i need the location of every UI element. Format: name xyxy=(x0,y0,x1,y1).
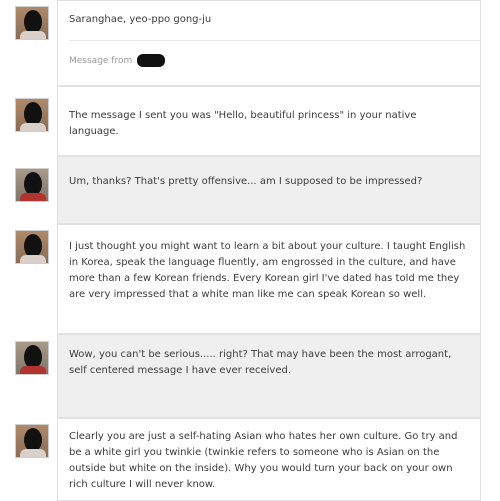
message-text: I just thought you might want to learn a… xyxy=(69,241,466,300)
message-text: Wow, you can't be serious..... right? Th… xyxy=(69,349,452,376)
avatar[interactable] xyxy=(15,98,49,132)
message-bubble: Saranghae, yeo-ppo gong-ju Message from xyxy=(57,0,481,86)
message-from-label: Message from xyxy=(69,56,133,66)
divider xyxy=(69,40,480,41)
message-text: Um, thanks? That's pretty offensive... a… xyxy=(69,176,423,187)
message-text: The message I sent you was "Hello, beaut… xyxy=(69,110,417,137)
avatar[interactable] xyxy=(15,341,49,375)
message-bubble: Clearly you are just a self-hating Asian… xyxy=(57,418,481,501)
redacted-sender-name xyxy=(137,54,166,67)
avatar[interactable] xyxy=(15,168,49,202)
avatar[interactable] xyxy=(15,6,49,40)
message-text: Saranghae, yeo-ppo gong-ju xyxy=(69,14,212,25)
avatar[interactable] xyxy=(15,424,49,458)
message-bubble: I just thought you might want to learn a… xyxy=(57,224,481,334)
message-text: Clearly you are just a self-hating Asian… xyxy=(69,431,458,490)
message-bubble: Wow, you can't be serious..... right? Th… xyxy=(57,334,481,418)
avatar[interactable] xyxy=(15,230,49,264)
message-meta: Message from xyxy=(69,54,166,67)
message-thread: Saranghae, yeo-ppo gong-ju Message from … xyxy=(0,0,500,501)
message-bubble: The message I sent you was "Hello, beaut… xyxy=(57,86,481,156)
message-bubble: Um, thanks? That's pretty offensive... a… xyxy=(57,156,481,224)
